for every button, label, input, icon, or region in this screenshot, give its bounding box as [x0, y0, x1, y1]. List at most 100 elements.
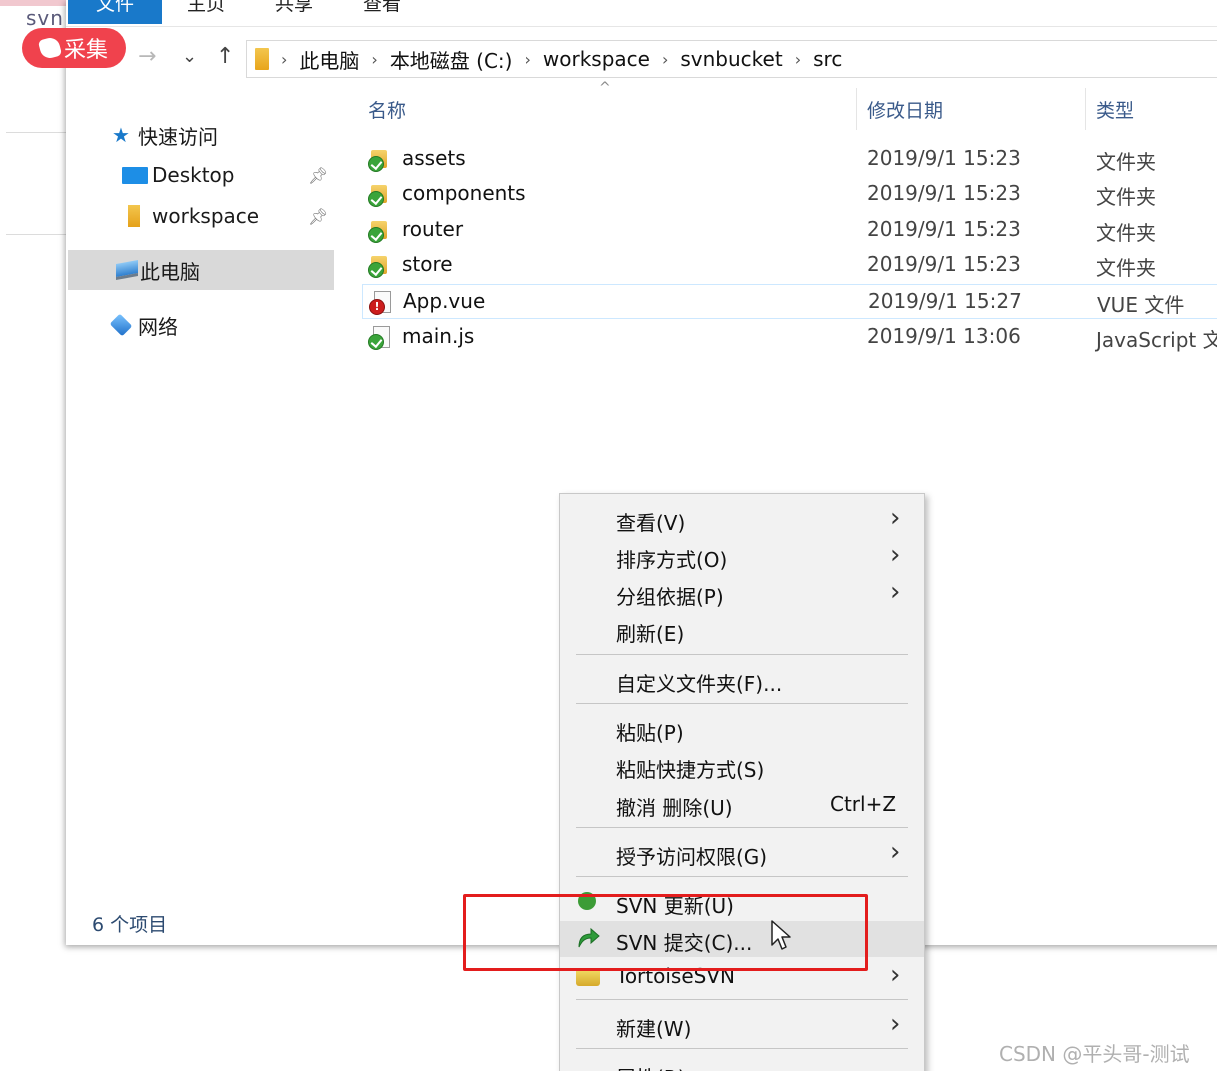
menu-item-properties[interactable]: 属性(R): [560, 1056, 924, 1071]
menu-item-refresh[interactable]: 刷新(E): [560, 612, 924, 648]
file-date: 2019/9/1 15:27: [868, 289, 1022, 313]
pin-icon[interactable]: 📌︎: [308, 207, 328, 226]
menu-separator: [576, 654, 908, 655]
menu-item-label: 授予访问权限(G): [616, 845, 768, 869]
chevron-right-icon[interactable]: ›: [662, 50, 668, 69]
menu-item-grant-access[interactable]: 授予访问权限(G) ›: [560, 835, 924, 871]
tab-home[interactable]: 主页: [174, 0, 238, 24]
menu-item-view[interactable]: 查看(V) ›: [560, 501, 924, 537]
menu-item-paste-shortcut[interactable]: 粘贴快捷方式(S): [560, 748, 924, 784]
capture-badge-label: 采集: [63, 38, 108, 63]
recent-locations-chevron-icon[interactable]: ⌄: [182, 46, 197, 67]
menu-item-label: 粘贴(P): [616, 721, 684, 745]
chevron-right-icon: ›: [890, 960, 901, 990]
address-bar[interactable]: › 此电脑 › 本地磁盘 (C:) › workspace › svnbucke…: [246, 40, 1217, 78]
background-divider: [6, 234, 66, 235]
file-type: 文件夹: [1096, 256, 1156, 280]
file-date: 2019/9/1 13:06: [867, 324, 1021, 348]
breadcrumb-this-pc[interactable]: 此电脑: [299, 45, 359, 74]
menu-item-paste[interactable]: 粘贴(P): [560, 711, 924, 747]
computer-icon: [116, 260, 138, 280]
menu-item-label: 粘贴快捷方式(S): [616, 758, 765, 782]
forward-arrow-icon[interactable]: →: [138, 44, 156, 69]
capture-badge[interactable]: 采集: [22, 28, 126, 68]
nav-item-label: workspace: [152, 204, 260, 228]
file-row[interactable]: store 2019/9/1 15:23 文件夹: [362, 248, 1217, 283]
menu-item-label: 查看(V): [616, 511, 686, 535]
file-row[interactable]: ! App.vue 2019/9/1 15:27 VUE 文件: [362, 284, 1217, 319]
nav-item-quick-access[interactable]: ★ 快速访问: [66, 115, 332, 155]
nav-item-label: Desktop: [152, 163, 235, 187]
mouse-pointer-icon: [770, 919, 794, 957]
file-name: assets: [402, 146, 466, 170]
menu-item-customize-folder[interactable]: 自定义文件夹(F)...: [560, 662, 924, 698]
chevron-right-icon: ›: [890, 540, 901, 570]
menu-item-label: 排序方式(O): [616, 548, 728, 572]
folder-icon: [255, 48, 269, 70]
menu-item-label: 新建(W): [616, 1017, 692, 1041]
status-item-count: 6 个项目: [92, 914, 168, 936]
file-type: 文件夹: [1096, 221, 1156, 245]
breadcrumb-src[interactable]: src: [813, 47, 842, 71]
breadcrumb-local-disk[interactable]: 本地磁盘 (C:): [390, 45, 513, 74]
nav-item-label: 此电脑: [140, 259, 200, 284]
chevron-right-icon: ›: [890, 1009, 901, 1039]
file-date: 2019/9/1 15:23: [867, 146, 1021, 170]
nav-item-workspace[interactable]: workspace 📌︎: [66, 196, 332, 236]
pin-icon[interactable]: 📌︎: [308, 166, 328, 185]
file-type: 文件夹: [1096, 150, 1156, 174]
ribbon-divider: [66, 26, 1217, 27]
file-date: 2019/9/1 15:23: [867, 252, 1021, 276]
menu-item-label: 属性(R): [616, 1062, 686, 1071]
watermark: CSDN @平头哥-测试: [999, 1042, 1190, 1066]
desktop-icon: [122, 166, 148, 184]
menu-item-label: 刷新(E): [616, 622, 685, 646]
file-name: App.vue: [403, 289, 486, 313]
column-header-modified[interactable]: 修改日期: [867, 96, 943, 123]
breadcrumb-svnbucket[interactable]: svnbucket: [680, 47, 782, 71]
nav-item-label: 快速访问: [138, 124, 218, 149]
menu-item-label: 撤消 删除(U): [616, 796, 733, 820]
chevron-right-icon: ›: [890, 837, 901, 867]
menu-item-undo-delete[interactable]: 撤消 删除(U) Ctrl+Z: [560, 786, 924, 822]
column-divider[interactable]: [856, 88, 857, 130]
chevron-right-icon: ›: [890, 577, 901, 607]
navigation-pane: ★ 快速访问 Desktop 📌︎ workspace 📌︎ 此电脑 网络: [66, 88, 334, 888]
sort-ascending-icon: ^: [599, 80, 611, 96]
file-type: VUE 文件: [1097, 293, 1185, 317]
tab-share[interactable]: 共享: [262, 0, 326, 24]
menu-item-new[interactable]: 新建(W) ›: [560, 1007, 924, 1043]
file-row[interactable]: assets 2019/9/1 15:23 文件夹: [362, 142, 1217, 177]
column-header-type[interactable]: 类型: [1096, 96, 1134, 123]
menu-item-group[interactable]: 分组依据(P) ›: [560, 575, 924, 611]
background-divider: [6, 132, 66, 133]
nav-item-this-pc[interactable]: 此电脑: [68, 250, 334, 290]
menu-item-shortcut: Ctrl+Z: [830, 792, 897, 816]
svn-file-ok-icon: [368, 326, 390, 350]
up-arrow-icon[interactable]: ↑: [216, 44, 234, 69]
nav-item-desktop[interactable]: Desktop 📌︎: [66, 155, 332, 195]
nav-item-network[interactable]: 网络: [66, 305, 332, 345]
file-row[interactable]: main.js 2019/9/1 13:06 JavaScript 文: [362, 320, 1217, 355]
menu-item-label: 自定义文件夹(F)...: [616, 672, 783, 696]
menu-separator: [576, 827, 908, 828]
context-menu: 查看(V) › 排序方式(O) › 分组依据(P) › 刷新(E) 自定义文件夹…: [559, 493, 925, 1071]
chevron-right-icon[interactable]: ›: [524, 50, 530, 69]
column-header-name[interactable]: 名称: [368, 96, 406, 123]
file-row[interactable]: components 2019/9/1 15:23 文件夹: [362, 177, 1217, 212]
file-name: main.js: [402, 324, 475, 348]
file-date: 2019/9/1 15:23: [867, 217, 1021, 241]
column-divider[interactable]: [1085, 88, 1086, 130]
ribbon: 文件 主页 共享 查看: [66, 0, 1217, 27]
menu-item-sort[interactable]: 排序方式(O) ›: [560, 538, 924, 574]
chevron-right-icon: ›: [281, 49, 288, 69]
leaf-icon: [37, 35, 63, 61]
star-icon: ★: [112, 123, 130, 147]
tab-file[interactable]: 文件: [68, 0, 162, 24]
breadcrumb-workspace[interactable]: workspace: [543, 47, 650, 71]
chevron-right-icon[interactable]: ›: [795, 50, 801, 69]
tab-view[interactable]: 查看: [350, 0, 414, 24]
file-row[interactable]: router 2019/9/1 15:23 文件夹: [362, 213, 1217, 248]
chevron-right-icon[interactable]: ›: [371, 50, 377, 69]
background-app-text: svn: [26, 6, 64, 30]
